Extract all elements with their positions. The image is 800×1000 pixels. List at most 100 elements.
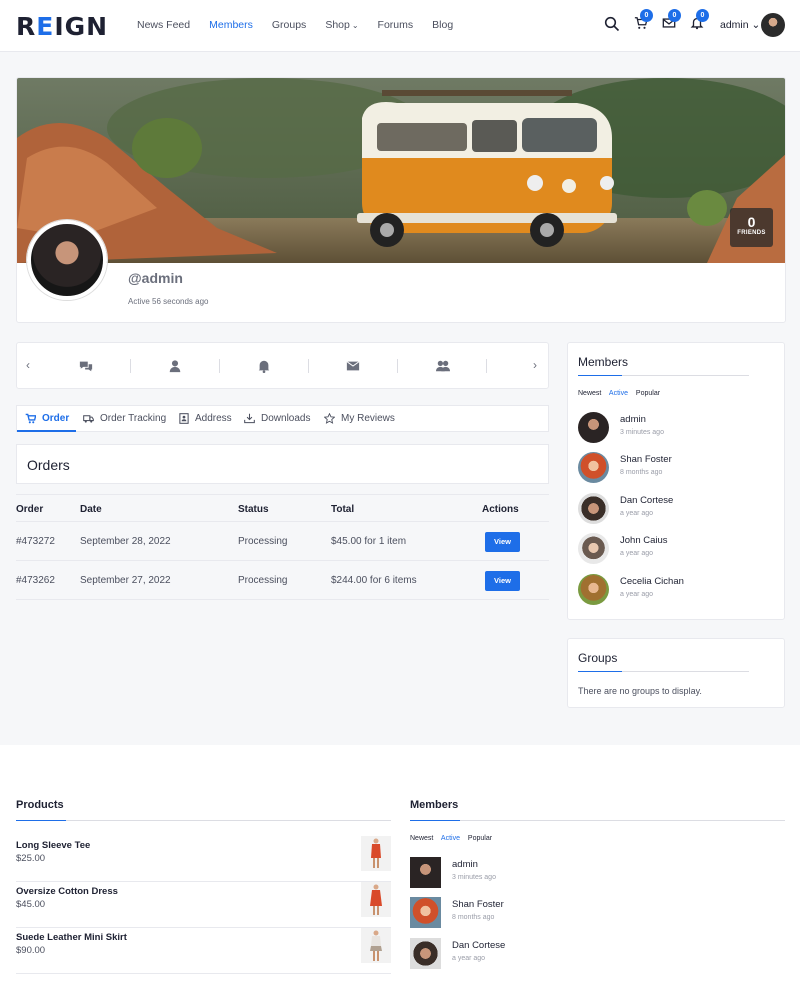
product-thumbnail[interactable] [361, 836, 391, 871]
divider [219, 359, 220, 373]
order-number[interactable]: #473272 [16, 536, 55, 547]
avatar[interactable] [578, 533, 609, 564]
col-order: Order [16, 504, 44, 515]
list-item[interactable]: Long Sleeve Tee $25.00 [16, 836, 391, 882]
product-name[interactable]: Suede Leather Mini Skirt [16, 932, 127, 943]
tab-order[interactable]: Order [25, 413, 69, 424]
list-item[interactable]: Dan Cortese a year ago [410, 938, 610, 970]
tab-my-reviews[interactable]: My Reviews [324, 413, 395, 424]
profile-icon[interactable] [168, 359, 182, 373]
divider [486, 359, 487, 373]
product-thumbnail[interactable] [361, 928, 391, 963]
filter-newest[interactable]: Newest [410, 835, 433, 842]
profile-active-status: Active 56 seconds ago [128, 297, 209, 306]
chevron-right-icon[interactable]: › [533, 358, 537, 372]
divider [16, 820, 391, 821]
nav-news-feed[interactable]: News Feed [137, 19, 190, 31]
product-name[interactable]: Long Sleeve Tee [16, 840, 90, 851]
list-item[interactable]: Suede Leather Mini Skirt $90.00 [16, 928, 391, 974]
nav-groups[interactable]: Groups [272, 19, 306, 31]
footer-widgets: Products Long Sleeve Tee $25.00 Oversize… [0, 745, 800, 1000]
divider [578, 671, 749, 672]
avatar[interactable] [578, 493, 609, 524]
active-tab-indicator [17, 430, 76, 432]
order-status: Processing [238, 536, 288, 547]
avatar[interactable] [410, 897, 441, 928]
account-tabs: Order Order Tracking Address Downloads M… [16, 405, 549, 432]
member-name[interactable]: Cecelia Cichan [620, 576, 684, 587]
cart-count-badge: 0 [640, 9, 653, 22]
avatar[interactable] [578, 574, 609, 605]
members-widget: Members Newest Active Popular admin 3 mi… [567, 342, 785, 620]
filter-active[interactable]: Active [609, 390, 628, 397]
user-menu[interactable]: admin ⌄ [720, 19, 760, 31]
member-name[interactable]: admin [452, 859, 478, 870]
search-icon[interactable] [604, 16, 620, 32]
friends-icon[interactable] [436, 359, 450, 373]
product-name[interactable]: Oversize Cotton Dress [16, 886, 118, 897]
tab-order-tracking-label: Order Tracking [100, 413, 167, 424]
avatar[interactable] [410, 938, 441, 969]
member-name[interactable]: Dan Cortese [452, 940, 505, 951]
view-order-button[interactable]: View [485, 532, 520, 552]
list-item[interactable]: John Caius a year ago [578, 533, 758, 565]
list-item[interactable]: admin 3 minutes ago [578, 412, 758, 444]
product-thumbnail[interactable] [361, 882, 391, 917]
avatar[interactable] [578, 452, 609, 483]
member-activity: 3 minutes ago [620, 429, 664, 436]
col-date: Date [80, 504, 102, 515]
footer-members-title: Members [410, 799, 459, 811]
nav-members[interactable]: Members [209, 19, 253, 31]
tab-address-label: Address [195, 413, 232, 424]
member-name[interactable]: Shan Foster [620, 454, 672, 465]
footer-members-filters: Newest Active Popular [410, 835, 498, 842]
avatar[interactable] [578, 412, 609, 443]
cart-button[interactable]: 0 [634, 9, 653, 32]
friends-count: 0 [747, 214, 756, 230]
member-activity: 3 minutes ago [452, 874, 496, 881]
notifications-button[interactable]: 0 [690, 9, 709, 32]
list-item[interactable]: Cecelia Cichan a year ago [578, 574, 758, 606]
avatar[interactable] [410, 857, 441, 888]
tab-address[interactable]: Address [179, 413, 232, 424]
profile-icon-nav: ‹ › [16, 342, 549, 389]
bell-icon[interactable] [257, 359, 271, 373]
list-item[interactable]: admin 3 minutes ago [410, 857, 610, 889]
col-total: Total [331, 504, 355, 515]
order-number[interactable]: #473262 [16, 575, 55, 586]
tab-order-tracking[interactable]: Order Tracking [83, 413, 166, 424]
list-item[interactable]: Dan Cortese a year ago [578, 493, 758, 525]
member-name[interactable]: John Caius [620, 535, 668, 546]
list-item[interactable]: Oversize Cotton Dress $45.00 [16, 882, 391, 928]
star-icon [324, 413, 335, 424]
filter-active[interactable]: Active [441, 835, 460, 842]
groups-widget: Groups There are no groups to display. [567, 638, 785, 708]
header-avatar[interactable] [761, 13, 785, 37]
member-name[interactable]: Shan Foster [452, 899, 504, 910]
nav-forums[interactable]: Forums [378, 19, 414, 31]
site-logo[interactable]: REIGN [16, 12, 108, 41]
tab-downloads[interactable]: Downloads [244, 413, 310, 424]
filter-popular[interactable]: Popular [636, 390, 660, 397]
chevron-left-icon[interactable]: ‹ [26, 358, 30, 372]
member-name[interactable]: admin [620, 414, 646, 425]
product-price: $45.00 [16, 899, 46, 910]
filter-newest[interactable]: Newest [578, 390, 601, 397]
list-item[interactable]: Shan Foster 8 months ago [410, 897, 610, 929]
nav-shop[interactable]: Shop ⌄ [325, 19, 358, 31]
envelope-icon[interactable] [346, 359, 360, 373]
member-activity: a year ago [620, 510, 654, 517]
view-order-button[interactable]: View [485, 571, 520, 591]
filter-popular[interactable]: Popular [468, 835, 492, 842]
forums-icon[interactable] [79, 359, 93, 373]
profile-avatar[interactable] [27, 220, 107, 300]
member-activity: 8 months ago [620, 469, 663, 476]
member-name[interactable]: Dan Cortese [620, 495, 673, 506]
table-row: #473272 September 28, 2022 Processing $4… [16, 522, 549, 561]
friends-count-box[interactable]: 0 FRIENDS [730, 208, 773, 247]
site-header: REIGN News Feed Members Groups Shop ⌄ For… [0, 0, 800, 52]
list-item[interactable]: Shan Foster 8 months ago [578, 452, 758, 484]
nav-blog[interactable]: Blog [432, 19, 453, 31]
messages-button[interactable]: 0 [662, 9, 681, 32]
order-total: $244.00 for 6 items [331, 575, 417, 586]
